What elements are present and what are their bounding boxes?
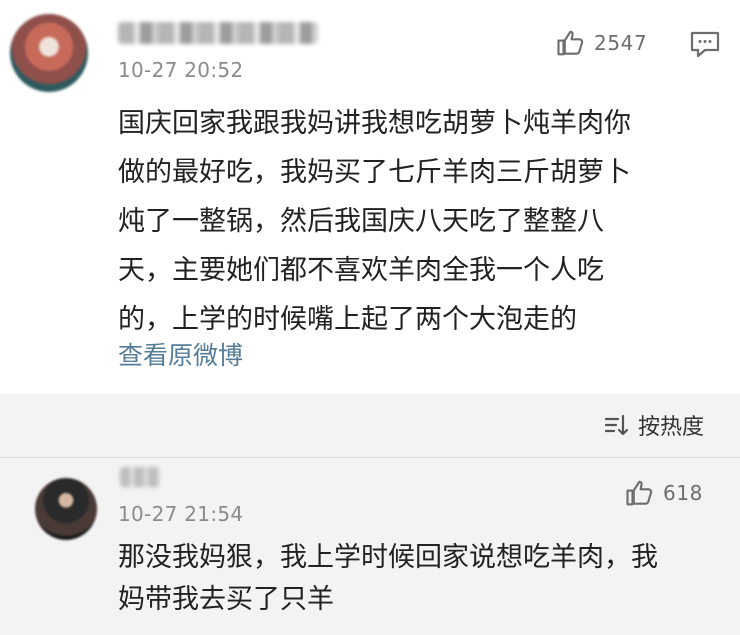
thumbs-up-icon [557, 30, 584, 56]
sort-icon [604, 414, 629, 436]
view-original-link[interactable]: 查看原微博 [118, 336, 243, 372]
divider [0, 457, 740, 458]
like-button[interactable]: 2547 [556, 28, 647, 58]
comment-timestamp: 10-27 20:52 [118, 58, 244, 82]
main-comment: 10-27 20:52 2547 国庆回家我跟我妈讲我想吃胡萝卜炖羊肉你 做的最… [0, 0, 740, 394]
reply-text: 那没我妈狠，我上学时候回家说想吃羊肉，我 妈带我去买了只羊 [118, 542, 658, 615]
sort-label: 按热度 [638, 415, 705, 440]
reply-avatar[interactable] [35, 478, 97, 540]
reply-username-redacted[interactable] [120, 467, 160, 487]
username-redacted[interactable] [118, 22, 318, 44]
sort-button[interactable]: 按热度 [604, 410, 704, 440]
reply-like-button[interactable]: 618 [625, 478, 703, 508]
like-count: 2547 [594, 31, 648, 55]
avatar[interactable] [10, 14, 88, 92]
thumbs-up-icon [626, 480, 653, 506]
comment-text: 国庆回家我跟我妈讲我想吃胡萝卜炖羊肉你 做的最好吃，我妈买了七斤羊肉三斤胡萝卜 … [118, 108, 631, 335]
comment-icon[interactable] [689, 30, 721, 60]
reply-like-count: 618 [663, 481, 703, 505]
reply-timestamp: 10-27 21:54 [118, 502, 244, 526]
